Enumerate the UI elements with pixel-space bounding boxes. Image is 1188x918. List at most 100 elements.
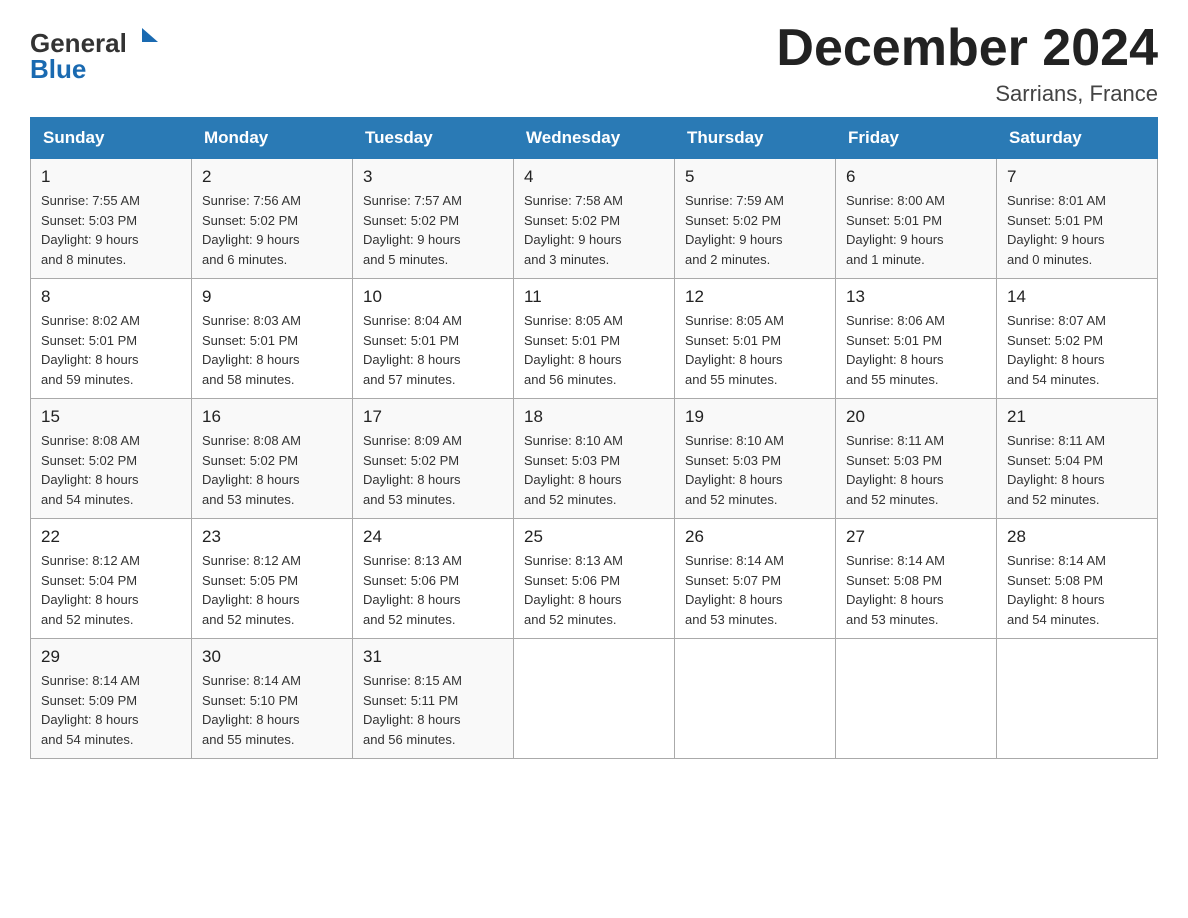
day-info: Sunrise: 7:55 AMSunset: 5:03 PMDaylight:… [41, 193, 140, 267]
day-number: 14 [1007, 287, 1147, 307]
day-number: 15 [41, 407, 181, 427]
day-number: 5 [685, 167, 825, 187]
day-number: 30 [202, 647, 342, 667]
day-number: 8 [41, 287, 181, 307]
day-info: Sunrise: 8:02 AMSunset: 5:01 PMDaylight:… [41, 313, 140, 387]
table-row: 27 Sunrise: 8:14 AMSunset: 5:08 PMDaylig… [836, 519, 997, 639]
day-info: Sunrise: 8:09 AMSunset: 5:02 PMDaylight:… [363, 433, 462, 507]
day-info: Sunrise: 8:13 AMSunset: 5:06 PMDaylight:… [524, 553, 623, 627]
table-row: 30 Sunrise: 8:14 AMSunset: 5:10 PMDaylig… [192, 639, 353, 759]
day-info: Sunrise: 8:10 AMSunset: 5:03 PMDaylight:… [524, 433, 623, 507]
day-number: 31 [363, 647, 503, 667]
table-row [836, 639, 997, 759]
header-friday: Friday [836, 118, 997, 159]
table-row: 5 Sunrise: 7:59 AMSunset: 5:02 PMDayligh… [675, 159, 836, 279]
header-sunday: Sunday [31, 118, 192, 159]
table-row: 23 Sunrise: 8:12 AMSunset: 5:05 PMDaylig… [192, 519, 353, 639]
table-row [997, 639, 1158, 759]
day-info: Sunrise: 8:11 AMSunset: 5:04 PMDaylight:… [1007, 433, 1105, 507]
day-number: 7 [1007, 167, 1147, 187]
day-number: 21 [1007, 407, 1147, 427]
page-header: General Blue December 2024 Sarrians, Fra… [30, 20, 1158, 107]
header-thursday: Thursday [675, 118, 836, 159]
table-row: 18 Sunrise: 8:10 AMSunset: 5:03 PMDaylig… [514, 399, 675, 519]
day-info: Sunrise: 8:05 AMSunset: 5:01 PMDaylight:… [685, 313, 784, 387]
header-saturday: Saturday [997, 118, 1158, 159]
header-wednesday: Wednesday [514, 118, 675, 159]
day-number: 27 [846, 527, 986, 547]
header-monday: Monday [192, 118, 353, 159]
table-row [514, 639, 675, 759]
day-info: Sunrise: 8:14 AMSunset: 5:08 PMDaylight:… [1007, 553, 1106, 627]
calendar-week-row: 29 Sunrise: 8:14 AMSunset: 5:09 PMDaylig… [31, 639, 1158, 759]
day-number: 19 [685, 407, 825, 427]
day-number: 28 [1007, 527, 1147, 547]
day-number: 2 [202, 167, 342, 187]
day-number: 4 [524, 167, 664, 187]
day-number: 23 [202, 527, 342, 547]
day-number: 20 [846, 407, 986, 427]
day-info: Sunrise: 8:15 AMSunset: 5:11 PMDaylight:… [363, 673, 462, 747]
table-row: 10 Sunrise: 8:04 AMSunset: 5:01 PMDaylig… [353, 279, 514, 399]
day-info: Sunrise: 7:56 AMSunset: 5:02 PMDaylight:… [202, 193, 301, 267]
day-info: Sunrise: 8:01 AMSunset: 5:01 PMDaylight:… [1007, 193, 1106, 267]
table-row: 13 Sunrise: 8:06 AMSunset: 5:01 PMDaylig… [836, 279, 997, 399]
day-number: 11 [524, 287, 664, 307]
day-info: Sunrise: 8:05 AMSunset: 5:01 PMDaylight:… [524, 313, 623, 387]
table-row: 6 Sunrise: 8:00 AMSunset: 5:01 PMDayligh… [836, 159, 997, 279]
table-row: 22 Sunrise: 8:12 AMSunset: 5:04 PMDaylig… [31, 519, 192, 639]
day-info: Sunrise: 8:08 AMSunset: 5:02 PMDaylight:… [41, 433, 140, 507]
day-number: 6 [846, 167, 986, 187]
day-info: Sunrise: 8:14 AMSunset: 5:07 PMDaylight:… [685, 553, 784, 627]
location: Sarrians, France [776, 81, 1158, 107]
day-info: Sunrise: 7:57 AMSunset: 5:02 PMDaylight:… [363, 193, 462, 267]
day-info: Sunrise: 8:06 AMSunset: 5:01 PMDaylight:… [846, 313, 945, 387]
day-number: 1 [41, 167, 181, 187]
table-row: 16 Sunrise: 8:08 AMSunset: 5:02 PMDaylig… [192, 399, 353, 519]
day-info: Sunrise: 8:14 AMSunset: 5:09 PMDaylight:… [41, 673, 140, 747]
day-number: 24 [363, 527, 503, 547]
day-number: 22 [41, 527, 181, 547]
table-row: 29 Sunrise: 8:14 AMSunset: 5:09 PMDaylig… [31, 639, 192, 759]
table-row: 8 Sunrise: 8:02 AMSunset: 5:01 PMDayligh… [31, 279, 192, 399]
table-row: 3 Sunrise: 7:57 AMSunset: 5:02 PMDayligh… [353, 159, 514, 279]
table-row: 25 Sunrise: 8:13 AMSunset: 5:06 PMDaylig… [514, 519, 675, 639]
svg-text:Blue: Blue [30, 54, 86, 84]
title-area: December 2024 Sarrians, France [776, 20, 1158, 107]
day-number: 29 [41, 647, 181, 667]
table-row: 19 Sunrise: 8:10 AMSunset: 5:03 PMDaylig… [675, 399, 836, 519]
day-info: Sunrise: 8:04 AMSunset: 5:01 PMDaylight:… [363, 313, 462, 387]
day-number: 9 [202, 287, 342, 307]
day-info: Sunrise: 7:58 AMSunset: 5:02 PMDaylight:… [524, 193, 623, 267]
calendar-week-row: 22 Sunrise: 8:12 AMSunset: 5:04 PMDaylig… [31, 519, 1158, 639]
calendar-week-row: 8 Sunrise: 8:02 AMSunset: 5:01 PMDayligh… [31, 279, 1158, 399]
day-info: Sunrise: 8:00 AMSunset: 5:01 PMDaylight:… [846, 193, 945, 267]
table-row [675, 639, 836, 759]
day-info: Sunrise: 8:10 AMSunset: 5:03 PMDaylight:… [685, 433, 784, 507]
calendar-week-row: 15 Sunrise: 8:08 AMSunset: 5:02 PMDaylig… [31, 399, 1158, 519]
day-number: 16 [202, 407, 342, 427]
day-number: 17 [363, 407, 503, 427]
table-row: 12 Sunrise: 8:05 AMSunset: 5:01 PMDaylig… [675, 279, 836, 399]
calendar-table: Sunday Monday Tuesday Wednesday Thursday… [30, 117, 1158, 759]
table-row: 26 Sunrise: 8:14 AMSunset: 5:07 PMDaylig… [675, 519, 836, 639]
day-number: 10 [363, 287, 503, 307]
day-number: 18 [524, 407, 664, 427]
day-number: 26 [685, 527, 825, 547]
table-row: 1 Sunrise: 7:55 AMSunset: 5:03 PMDayligh… [31, 159, 192, 279]
table-row: 4 Sunrise: 7:58 AMSunset: 5:02 PMDayligh… [514, 159, 675, 279]
logo-svg: General Blue [30, 20, 160, 85]
calendar-header-row: Sunday Monday Tuesday Wednesday Thursday… [31, 118, 1158, 159]
day-number: 25 [524, 527, 664, 547]
header-tuesday: Tuesday [353, 118, 514, 159]
table-row: 2 Sunrise: 7:56 AMSunset: 5:02 PMDayligh… [192, 159, 353, 279]
table-row: 11 Sunrise: 8:05 AMSunset: 5:01 PMDaylig… [514, 279, 675, 399]
logo: General Blue [30, 20, 160, 85]
day-info: Sunrise: 8:08 AMSunset: 5:02 PMDaylight:… [202, 433, 301, 507]
day-info: Sunrise: 8:12 AMSunset: 5:05 PMDaylight:… [202, 553, 301, 627]
day-info: Sunrise: 8:03 AMSunset: 5:01 PMDaylight:… [202, 313, 301, 387]
table-row: 21 Sunrise: 8:11 AMSunset: 5:04 PMDaylig… [997, 399, 1158, 519]
month-title: December 2024 [776, 20, 1158, 77]
table-row: 28 Sunrise: 8:14 AMSunset: 5:08 PMDaylig… [997, 519, 1158, 639]
table-row: 17 Sunrise: 8:09 AMSunset: 5:02 PMDaylig… [353, 399, 514, 519]
